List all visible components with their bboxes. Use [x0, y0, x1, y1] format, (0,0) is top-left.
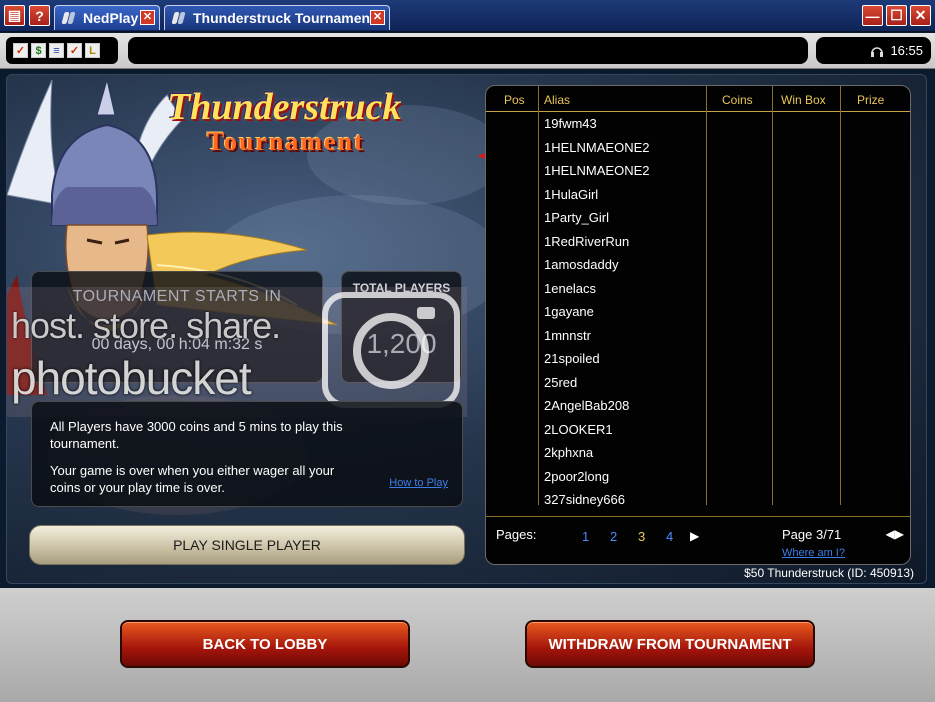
title-bar: ▤ ? NedPlay ✕ Thunderstruck Tournament ✕… — [0, 0, 935, 32]
list-item[interactable]: 2AngelBab208 — [544, 394, 704, 418]
message-bar — [128, 37, 808, 64]
close-tab-icon[interactable]: ✕ — [370, 10, 385, 25]
play-single-player-button[interactable]: PLAY SINGLE PLAYER — [29, 525, 465, 565]
player-list-header: Pos Alias Coins Win Box Prize — [486, 86, 910, 112]
maximize-button[interactable]: ☐ — [886, 5, 907, 26]
tournament-id: $50 Thunderstruck (ID: 450913) — [744, 566, 914, 580]
watermark-text: host. store. share. — [11, 305, 281, 346]
camera-watermark-icon — [322, 292, 460, 408]
close-tab-icon[interactable]: ✕ — [140, 10, 155, 25]
nedplay-logo-icon — [171, 11, 187, 25]
list-item[interactable]: 1HELNMAEONE2 — [544, 136, 704, 160]
list-item[interactable]: 1HulaGirl — [544, 183, 704, 207]
headphones-icon[interactable] — [870, 44, 884, 58]
check-icon[interactable]: ✓ — [13, 43, 28, 58]
info-game-over: Your game is over when you either wager … — [50, 463, 335, 495]
column-header-winbox[interactable]: Win Box — [781, 93, 826, 107]
back-to-lobby-button[interactable]: BACK TO LOBBY — [120, 620, 410, 668]
page-indicator: Page 3/71 — [782, 527, 842, 542]
close-window-button[interactable]: ✕ — [910, 5, 931, 26]
menu-icon[interactable]: ▤ — [4, 5, 25, 26]
toolbar: ✓ $ ≡ ✓ L 16:55 — [0, 33, 935, 69]
tab-label: Thunderstruck Tournament — [193, 10, 375, 26]
column-header-prize[interactable]: Prize — [857, 93, 884, 107]
list-item[interactable]: 2poor2long — [544, 465, 704, 489]
list-item[interactable]: 1enelacs — [544, 277, 704, 301]
alias-list: 19fwm43 1HELNMAEONE2 1HELNMAEONE2 1HulaG… — [544, 112, 704, 512]
thunderstruck-tournament-logo: Thunderstruck Tournament — [167, 86, 402, 156]
pages-label: Pages: — [496, 527, 537, 542]
list-item[interactable]: 2LOOKER1 — [544, 418, 704, 442]
tab-nedplay[interactable]: NedPlay ✕ — [54, 5, 160, 30]
pagination: Pages: 1 2 3 4 ▶ Page 3/71 Where am I? ◀… — [486, 516, 910, 564]
minimize-button[interactable]: — — [862, 5, 883, 26]
page-link-3[interactable]: 3 — [638, 529, 645, 544]
where-am-i-link[interactable]: Where am I? — [782, 547, 845, 559]
help-button[interactable]: ? — [29, 5, 50, 26]
column-header-alias[interactable]: Alias — [544, 93, 570, 107]
column-header-pos[interactable]: Pos — [504, 93, 525, 107]
list-item[interactable]: 1HELNMAEONE2 — [544, 159, 704, 183]
nedplay-logo-icon — [61, 11, 77, 25]
bottom-bar: BACK TO LOBBY WITHDRAW FROM TOURNAMENT — [0, 588, 935, 702]
page-link-1[interactable]: 1 — [582, 529, 589, 544]
tournament-info-box: All Players have 3000 coins and 5 mins t… — [31, 401, 463, 507]
tournament-panel: Thunderstruck Tournament TOURNAMENT STAR… — [6, 74, 927, 584]
list-item[interactable]: 1Party_Girl — [544, 206, 704, 230]
history-icon[interactable]: ≡ — [49, 43, 64, 58]
clock: 16:55 — [816, 37, 931, 64]
watermark-logo-text: photobucket — [11, 352, 252, 404]
cashier-icon[interactable]: $ — [31, 43, 46, 58]
list-item[interactable]: 1amosdaddy — [544, 253, 704, 277]
player-list: Pos Alias Coins Win Box Prize 19fwm43 1H… — [485, 85, 911, 565]
list-item[interactable]: 1mnnstr — [544, 324, 704, 348]
list-item[interactable]: 327sidney666 — [544, 488, 704, 512]
list-item[interactable]: 25red — [544, 371, 704, 395]
next-page-icon[interactable]: ▶ — [690, 529, 699, 543]
how-to-play-link[interactable]: How to Play — [389, 475, 448, 492]
clock-time: 16:55 — [890, 43, 923, 58]
page-nav-arrows-icon[interactable]: ◀▶ — [886, 527, 904, 541]
list-item[interactable]: 21spoiled — [544, 347, 704, 371]
list-item[interactable]: 1gayane — [544, 300, 704, 324]
withdraw-from-tournament-button[interactable]: WITHDRAW FROM TOURNAMENT — [525, 620, 815, 668]
list-item[interactable]: 1RedRiverRun — [544, 230, 704, 254]
list-item[interactable]: 2kphxna — [544, 441, 704, 465]
info-rules: All Players have 3000 coins and 5 mins t… — [50, 419, 343, 451]
tab-label: NedPlay — [83, 10, 139, 26]
column-header-coins[interactable]: Coins — [722, 93, 753, 107]
verify-icon[interactable]: ✓ — [67, 43, 82, 58]
lobby-icon[interactable]: L — [85, 43, 100, 58]
page-link-2[interactable]: 2 — [610, 529, 617, 544]
page-link-4[interactable]: 4 — [666, 529, 673, 544]
tool-icon-group: ✓ $ ≡ ✓ L — [6, 37, 118, 64]
list-item[interactable]: 19fwm43 — [544, 112, 704, 136]
tab-thunderstruck-tournament[interactable]: Thunderstruck Tournament ✕ — [164, 5, 390, 30]
